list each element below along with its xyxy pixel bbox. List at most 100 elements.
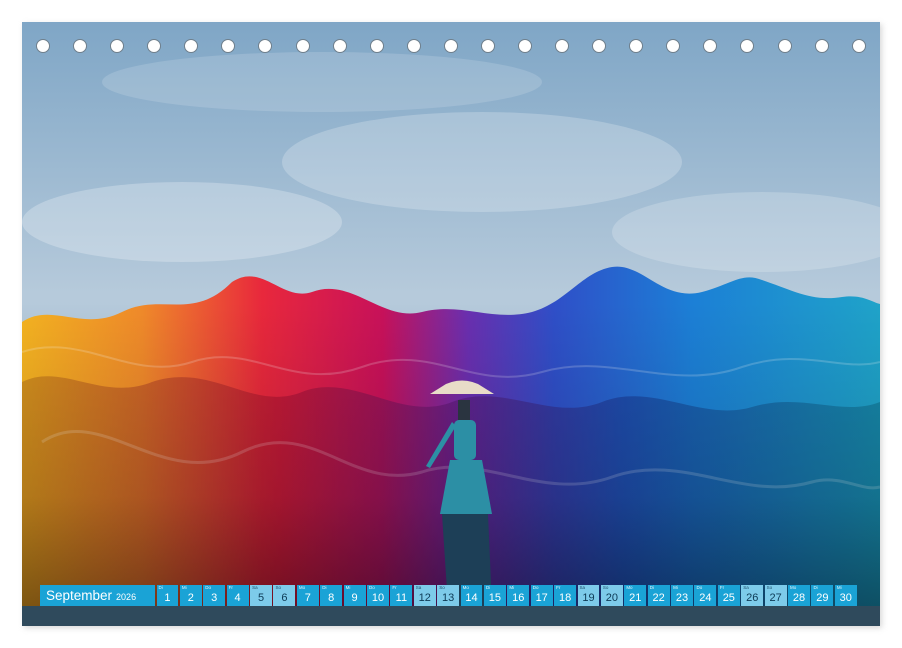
day-number: 14 <box>465 592 478 604</box>
day-number: 17 <box>535 592 548 604</box>
binding-hole <box>629 39 644 53</box>
day-cell: Do 10 <box>367 585 389 606</box>
day-number: 1 <box>164 592 171 604</box>
photo-colorful-fishing-nets <box>22 22 880 626</box>
weekday-label: So <box>602 585 609 590</box>
binding-hole <box>851 39 866 53</box>
weekday-label: Sa <box>252 585 258 590</box>
binding-hole <box>147 39 162 53</box>
weekday-label: Mi <box>836 585 842 590</box>
binding-hole <box>740 39 755 53</box>
day-number: 6 <box>281 592 288 604</box>
weekday-label: Mo <box>626 585 633 590</box>
weekday-label: Di <box>158 585 163 590</box>
day-number: 21 <box>629 592 642 604</box>
day-cell: Fr 11 <box>390 585 413 606</box>
weekday-label: Di <box>813 585 818 590</box>
weekday-label: Fr <box>556 585 561 590</box>
day-cell: Fr 25 <box>717 585 740 606</box>
binding-hole <box>777 39 792 53</box>
day-number: 30 <box>839 592 852 604</box>
day-cell-weekend: Sa 19 <box>577 585 600 606</box>
binding-hole <box>518 39 533 53</box>
binding-hole <box>295 39 310 53</box>
day-number: 28 <box>792 592 806 604</box>
day-number: 23 <box>675 592 689 604</box>
day-number: 19 <box>582 592 595 604</box>
day-cell: Mi 9 <box>343 585 366 606</box>
day-cell: Di 29 <box>811 585 834 606</box>
weekday-label: Mi <box>181 585 187 590</box>
weekday-label: Mo <box>790 585 797 590</box>
day-number: 11 <box>395 592 408 604</box>
day-cell: Mo 7 <box>296 585 319 606</box>
day-cell: Di 8 <box>320 585 343 606</box>
day-number: 22 <box>652 592 665 604</box>
day-number: 7 <box>304 592 311 604</box>
weekday-label: Fr <box>719 585 725 590</box>
day-number: 20 <box>605 592 618 604</box>
weekday-label: Do <box>532 585 539 590</box>
day-cell: Fr 18 <box>554 585 577 606</box>
day-number: 9 <box>351 592 358 604</box>
weekday-label: Di <box>649 585 654 590</box>
day-number: 16 <box>512 592 525 604</box>
day-cell: Fr 4 <box>226 585 249 606</box>
weekday-label: Sa <box>743 585 749 590</box>
day-number: 15 <box>488 592 502 604</box>
weekday-label: Mi <box>673 585 678 590</box>
day-cell: Mo 21 <box>624 585 647 606</box>
day-number: 25 <box>722 592 735 604</box>
day-cell: Mi 30 <box>834 585 857 606</box>
weekday-label: Do <box>369 585 375 590</box>
binding-hole <box>36 39 50 53</box>
day-cell-weekend: Sa 26 <box>741 585 764 606</box>
day-cell-weekend: So 6 <box>273 585 296 606</box>
weekday-label: Do <box>205 585 212 590</box>
day-cell-weekend: So 13 <box>437 585 460 606</box>
weekday-label: Sa <box>579 585 586 590</box>
day-cell: Do 24 <box>694 585 717 606</box>
binding-hole <box>666 39 681 53</box>
binding-hole <box>555 39 570 53</box>
binding-hole <box>221 39 236 53</box>
weekday-label: Mo <box>298 585 306 590</box>
calendar-sheet: September 2026 Di 1 Mi 2 Do 3 Fr 4 Sa 5 So 6 M… <box>22 22 880 626</box>
day-number: 2 <box>187 592 194 604</box>
binding-hole <box>110 39 125 53</box>
day-number: 5 <box>257 592 265 604</box>
binding-hole <box>480 39 495 53</box>
binding-hole <box>703 39 718 53</box>
binding-hole <box>814 39 829 53</box>
binding-holes <box>36 39 866 57</box>
day-cell: Di 22 <box>647 585 670 606</box>
weekday-label: Fr <box>392 585 397 590</box>
day-number: 26 <box>746 592 759 604</box>
day-number: 24 <box>699 592 712 604</box>
day-cell: Di 15 <box>483 585 506 606</box>
weekday-label: So <box>275 585 281 590</box>
weekday-label: So <box>766 585 773 590</box>
weekday-label: Di <box>322 585 327 590</box>
day-number: 29 <box>816 592 829 604</box>
day-cell-weekend: So 20 <box>600 585 623 606</box>
day-number: 3 <box>211 592 218 604</box>
weekday-label: Di <box>485 585 491 590</box>
binding-hole <box>369 39 384 53</box>
day-cell: Do 3 <box>203 585 226 606</box>
day-cell: Mo 28 <box>788 585 810 606</box>
day-cell: Di 1 <box>156 585 179 606</box>
day-number: 12 <box>418 592 431 604</box>
day-cell-weekend: Sa 12 <box>413 585 436 606</box>
weekday-label: Do <box>696 585 703 590</box>
weekday-label: Sa <box>415 585 422 590</box>
month-name: September <box>46 588 113 603</box>
day-number: 4 <box>234 592 241 604</box>
day-cell: Mi 16 <box>507 585 530 606</box>
month-year: 2026 <box>116 591 137 602</box>
day-number: 10 <box>371 592 385 604</box>
day-cell-weekend: Sa 5 <box>250 585 272 606</box>
weekday-label: Mo <box>462 585 469 590</box>
weekday-label: So <box>439 585 445 590</box>
binding-hole <box>184 39 199 53</box>
